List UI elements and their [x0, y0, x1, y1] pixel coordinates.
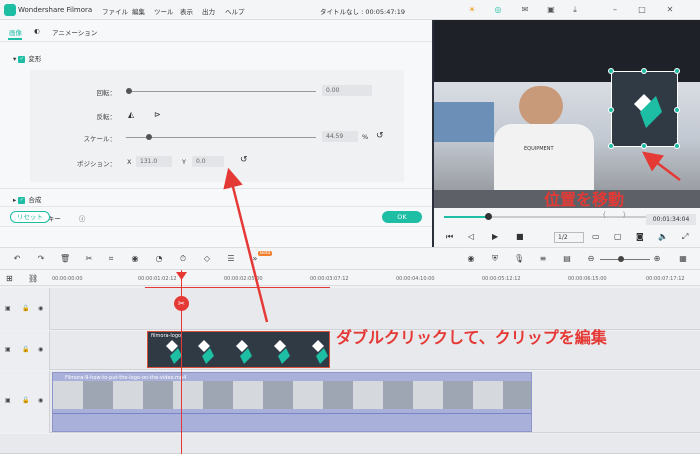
arrow-to-logo	[642, 151, 681, 181]
annotation-arrows	[223, 151, 681, 323]
double-click-annotation: ダブルクリックして、クリップを編集	[336, 328, 607, 347]
arrow-to-position	[223, 167, 269, 323]
move-position-annotation: 位置を移動	[544, 190, 625, 209]
